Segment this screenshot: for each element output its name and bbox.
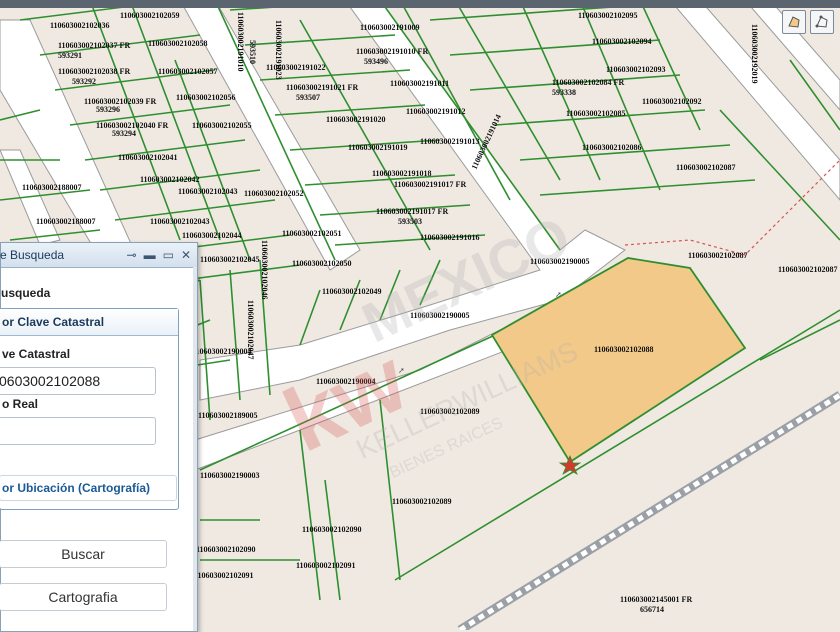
parcel-label: 110603002102090 (196, 545, 256, 554)
parcel-label: 593496 (364, 57, 388, 66)
top-toolbar (0, 0, 840, 8)
parcel-label: 110603002191019 (348, 143, 408, 152)
parcel-label: 110603002191010 FR (356, 47, 428, 56)
parcel-label: 110603002102045 (200, 255, 260, 264)
parcel-label: 110603002102087 (778, 265, 838, 274)
close-icon[interactable]: ✕ (181, 248, 191, 262)
parcel-label: 110603002191017 FR (394, 180, 466, 189)
parcel-label: 110603002102039 FR (84, 97, 156, 106)
cartografia-button[interactable]: Cartografia (0, 583, 167, 611)
parcel-label: 593338 (552, 88, 576, 97)
parcel-label: 110603002102050 (292, 259, 352, 268)
parcel-label: 110603002191012 (406, 107, 466, 116)
parcel-label: 110603002191017 FR (376, 207, 448, 216)
clave-catastral-label: ve Catastral (2, 347, 71, 361)
parcel-label: 110603002102058 (148, 39, 208, 48)
parcel-label: 110603002191009 (360, 23, 420, 32)
parcel-label: 110603002190003 (200, 471, 260, 480)
parcel-label: 110603002102090 (302, 525, 362, 534)
parcel-label: 110603002188007 (22, 183, 82, 192)
parcel-label: 110603002102041 (118, 153, 178, 162)
panel-title: e Busqueda (0, 248, 65, 262)
polygon-select-icon (788, 16, 800, 28)
parcel-label: 110603002191022 (266, 63, 326, 72)
parcel-label: 110603002192019 (750, 24, 759, 84)
clave-catastral-input[interactable] (0, 367, 156, 395)
panel-scrollbar[interactable] (193, 267, 197, 631)
parcel-label: 110603002102055 (192, 121, 252, 130)
parcel-label: 593503 (398, 217, 422, 226)
panel-header: e Busqueda ⊸ ▬ ▭ ✕ (0, 243, 197, 268)
parcel-label: 110603002191011 (390, 79, 449, 88)
parcel-label: 110603002102091 (296, 561, 356, 570)
parcel-label: 110603002102084 FR (552, 78, 624, 87)
parcel-label: 593296 (96, 105, 120, 114)
parcel-label: 110603002189005 (198, 411, 258, 420)
parcel-label: 110603002102095 (578, 11, 638, 20)
pin-icon[interactable]: ⊸ (127, 248, 137, 262)
parcel-label: 110603002191018 (372, 169, 432, 178)
parcel-label: 593294 (112, 129, 136, 138)
parcel-label: 110603002102051 (282, 229, 342, 238)
street-arrow-icon: ➚ (555, 290, 562, 299)
minimize-icon[interactable]: ▬ (144, 248, 156, 262)
parcel-label: 593510 (248, 40, 257, 64)
buscar-button[interactable]: Buscar (0, 540, 167, 568)
parcel-label: 110603002102088 (594, 345, 654, 354)
parcel-label: 110603002102087 (688, 251, 748, 260)
group-title[interactable]: or Clave Catastral (0, 309, 178, 336)
parcel-label: 110603002102087 (676, 163, 736, 172)
parcel-label: 110603002102043 (178, 187, 238, 196)
parcel-label: 110603002102086 (582, 143, 642, 152)
draw-tool-button[interactable] (810, 10, 834, 34)
parcel-label: 110603002191020 (326, 115, 386, 124)
parcel-label: 593291 (58, 51, 82, 60)
maximize-icon[interactable]: ▭ (163, 248, 174, 262)
parcel-label: 110603002102036 (50, 21, 110, 30)
parcel-label: 110603002102038 FR (58, 67, 130, 76)
parcel-label: 593507 (296, 93, 320, 102)
section-label: usqueda (1, 286, 51, 300)
parcel-label: 110603002191016 (420, 233, 480, 242)
parcel-label: 110603002102094 (592, 37, 652, 46)
select-tool-button[interactable] (782, 10, 806, 34)
search-panel: e Busqueda ⊸ ▬ ▭ ✕ usqueda or Clave Cata… (0, 242, 198, 632)
parcel-label: 110603002102092 (642, 97, 702, 106)
folio-real-input[interactable] (0, 417, 156, 445)
parcel-label: 110603002102056 (176, 93, 236, 102)
parcel-label: 110603002188007 (36, 217, 96, 226)
parcel-label: 110603002102093 (606, 65, 666, 74)
parcel-label: 110603002102059 (120, 11, 180, 20)
polygon-draw-icon (815, 15, 828, 28)
parcel-label: 110603002102046 (260, 240, 269, 300)
parcel-label: 110603002102044 (182, 231, 242, 240)
parcel-label: 110603002191021 FR (286, 83, 358, 92)
parcel-label: 110603002102091 (194, 571, 254, 580)
parcel-label: 110603002191013 (420, 137, 480, 146)
parcel-label: 110603002102089 (392, 497, 452, 506)
parcel-label: 110603002191010 (236, 12, 245, 72)
parcel-label: 110603002102052 (244, 189, 304, 198)
map-tools (782, 10, 834, 34)
parcel-label: 110603002102057 (158, 67, 218, 76)
parcel-label: 593292 (72, 77, 96, 86)
parcel-label: 110603002102037 FR (58, 41, 130, 50)
parcel-label: 110603002102042 (140, 175, 200, 184)
parcel-label: 110603002102043 (150, 217, 210, 226)
parcel-label: 110603002190004 (192, 347, 252, 356)
ubicacion-link[interactable]: or Ubicación (Cartografía) (0, 475, 177, 501)
parcel-label: 110603002102085 (566, 109, 626, 118)
parcel-label: 110603002145001 FR (620, 595, 692, 604)
folio-real-label: o Real (2, 397, 39, 411)
parcel-label: 656714 (640, 605, 664, 614)
